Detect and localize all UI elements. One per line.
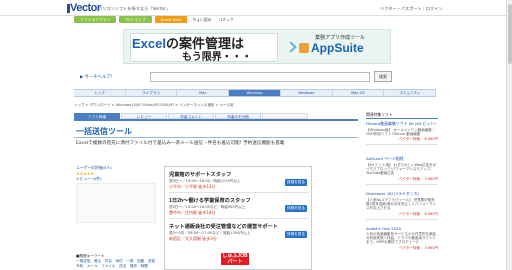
nav-tab-software-library[interactable]: ソフトライブラリ xyxy=(74,16,117,23)
nav-link-choiyomi[interactable]: ちょい読み xyxy=(190,16,213,25)
appsuite-banner-ad[interactable]: Excelの案件管理は もう限界・・・ 業務アプリ作成ツール AppSuite xyxy=(123,29,391,64)
category-tab[interactable]: トップ xyxy=(74,90,126,96)
shufujob-logo[interactable]: しゅふJOB パート xyxy=(221,253,249,265)
global-nav: ソフトライブラリ PCショップ Quick Fixer ちょい読み コミック xyxy=(74,16,236,25)
site-tagline: パソコンソフトを探すなら「Vector」 xyxy=(98,6,170,11)
subtab-review[interactable]: レビュー xyxy=(121,113,167,119)
logo-mark xyxy=(67,4,70,13)
category-tabs: トップ ライブラリ Mac Windows Windows Mac OS コミュ… xyxy=(74,89,437,97)
subtab-software-detail[interactable]: ソフト詳細 xyxy=(74,113,120,119)
sidebar-item-divider xyxy=(366,144,438,146)
category-tab[interactable]: Windows xyxy=(281,90,333,96)
sidebar-item-title[interactable]: Filmora動画編集ソフト Wi (64 ビット) xyxy=(366,121,438,127)
sidebar-item-price: ベクター特価 ：8,980円 xyxy=(399,211,438,216)
title-divider xyxy=(74,137,358,138)
banner-app-name: AppSuite xyxy=(311,41,364,55)
category-tab[interactable]: コミュニティ xyxy=(384,90,437,96)
category-tab[interactable]: ライブラリ xyxy=(126,90,178,96)
sidebar-item-title[interactable]: Diskeeper 18J (3ライセンス) xyxy=(366,191,438,197)
ad-job-title[interactable]: ネット通販会社の受注管理などの運営サポート xyxy=(169,223,278,230)
search-help-label: サーチヘルプ! xyxy=(84,75,113,80)
search-help-link[interactable]: ▶ サーチヘルプ! xyxy=(80,74,112,80)
sidebar-item-desc: 【人気No.1デフラグツール】 世界累計販売数4億本突破!断片化を防止してパフォ… xyxy=(366,198,437,211)
search-button[interactable]: 検索 xyxy=(374,71,392,82)
ad-job-location: 豊中市／庄内駅 徒歩18分 xyxy=(169,210,216,215)
sidebar-item[interactable]: AdGuard ページ削除 【64 ビット用】 わずらわしいWeb広告をがっちり… xyxy=(366,156,438,185)
ad-detail-button[interactable]: 詳細を見る xyxy=(285,205,307,212)
search-row: ▶ サーチヘルプ! 検索 xyxy=(74,68,434,88)
sidebar-item-desc: 人気の音楽編集系サービスから任意的な楽曲の利用実態へ作曲、ドラマや動画用サウンド… xyxy=(366,232,436,245)
ad-job-location: 新宿区／大久保駅 徒歩3分 xyxy=(169,236,217,241)
sidebar-divider xyxy=(366,118,438,119)
keyword-links[interactable]: 一斉送信 差込 件名 添付 一斉 自動 送信 予約 メール ファイル 送る 操作… xyxy=(76,259,159,269)
category-tab[interactable]: Mac OS xyxy=(333,90,385,96)
nav-tab-quick-fixer[interactable]: Quick Fixer xyxy=(154,16,188,23)
software-description: Excelで複数の宛先に添付ファイル付で差込み一斉メール送信・件名も差込可能! … xyxy=(76,141,285,146)
sidebar-item-price: ベクター特価 ：3,980円 xyxy=(399,245,438,250)
ad-divider xyxy=(169,218,309,219)
ad-job-title[interactable]: 1日2h～働ける学童保育のスタッフ xyxy=(169,197,251,204)
search-input[interactable] xyxy=(150,72,370,82)
ad-job-title[interactable]: 児童館のサポートスタッフ xyxy=(169,171,231,178)
sidebar-item-desc: 【Windows版】 オールインワン動画編集・DVD作成ソフト Filmora … xyxy=(366,128,436,137)
screenshot-placeholder xyxy=(76,183,156,223)
vector-logo[interactable]: Vector xyxy=(67,2,101,14)
banner-headline-2: もう限界・・・ xyxy=(182,52,252,63)
logo-text: Vector xyxy=(70,2,101,14)
job-ad-box[interactable]: 児童館のサポートスタッフ 週3日～／10:00～18:00／時給1020円以上 … xyxy=(164,166,312,270)
subtab-author-comment[interactable]: 作者コメント xyxy=(168,113,214,119)
sidebar-item-title[interactable]: AdGuard ページ削除 xyxy=(366,156,438,162)
banner-subtitle: 業務アプリ作成ツール xyxy=(315,35,366,41)
page-title: 一括送信ツール xyxy=(76,127,132,136)
category-tab-active[interactable]: Windows xyxy=(229,90,281,96)
sidebar-featured: 関連特集ソフト Filmora動画編集ソフト Wi (64 ビット) 【Wind… xyxy=(366,110,438,270)
rating-panel: ユーザーの評価(5人) ★★★★★ レビュー (0件) xyxy=(76,165,156,223)
related-keywords: ■関連キーワード 一斉送信 差込 件名 添付 一斉 自動 送信 予約 メール フ… xyxy=(76,254,159,269)
ad-detail-button[interactable]: 詳細を見る xyxy=(285,231,307,238)
sidebar-item[interactable]: Diskeeper 18J (3ライセンス) 【人気No.1デフラグツール】 世… xyxy=(366,191,438,220)
category-tab[interactable]: Mac xyxy=(177,90,230,96)
sidebar-item[interactable]: Filmora動画編集ソフト Wi (64 ビット) 【Windows版】 オー… xyxy=(366,121,438,146)
scrollbar-thumb[interactable] xyxy=(508,4,512,64)
site-header: Vector パソコンソフトを探すなら「Vector」 ベクター・パスポート｜ロ… xyxy=(0,0,512,16)
ad-job-location: 小平市／小平駅 徒歩12分 xyxy=(169,184,216,189)
nav-link-comic[interactable]: コミック xyxy=(216,16,235,25)
sidebar-item-divider xyxy=(366,218,438,220)
sidebar-item-desc: 【64 ビット用】 わずらわしいWeb広告をがっちりブロック!パフォーマンスもア… xyxy=(366,163,437,176)
sidebar-item-divider xyxy=(366,183,438,185)
page-scrollbar[interactable] xyxy=(506,0,512,270)
main-content: ソフト詳細 レビュー 作者コメント 作者のその他 一括送信ツール Excelで複… xyxy=(74,110,358,270)
sidebar-item-title[interactable]: Acalia's One 2020 xyxy=(366,226,438,231)
appsuite-logo-icon xyxy=(299,43,309,53)
ad-detail-button[interactable]: 詳細を見る xyxy=(285,179,307,186)
sidebar-item-price: ベクター特価 ：3,980円 xyxy=(399,176,438,181)
subtab-empty xyxy=(262,113,308,119)
subtab-author-other[interactable]: 作者のその他 xyxy=(215,113,261,119)
sidebar-item[interactable]: Acalia's One 2020 人気の音楽編集系サービスから任意的な楽曲の利… xyxy=(366,226,438,251)
nav-tab-pc-shop[interactable]: PCショップ xyxy=(119,16,152,23)
arrow-right-icon xyxy=(285,41,297,53)
review-count-link[interactable]: レビュー (0件) xyxy=(76,176,156,182)
detail-subtabs: ソフト詳細 レビュー 作者コメント 作者のその他 xyxy=(74,113,358,121)
ad-divider xyxy=(169,192,309,193)
breadcrumb[interactable]: トップ > ダウンロード > Windows10/8/7/Vista/XP/20… xyxy=(74,103,234,108)
sidebar-item-price: ベクター特価 ：8,980円 xyxy=(399,137,438,142)
banner-excel-word: Excel xyxy=(132,36,166,51)
passport-login-links[interactable]: ベクター・パスポート｜ログイン xyxy=(380,6,443,12)
